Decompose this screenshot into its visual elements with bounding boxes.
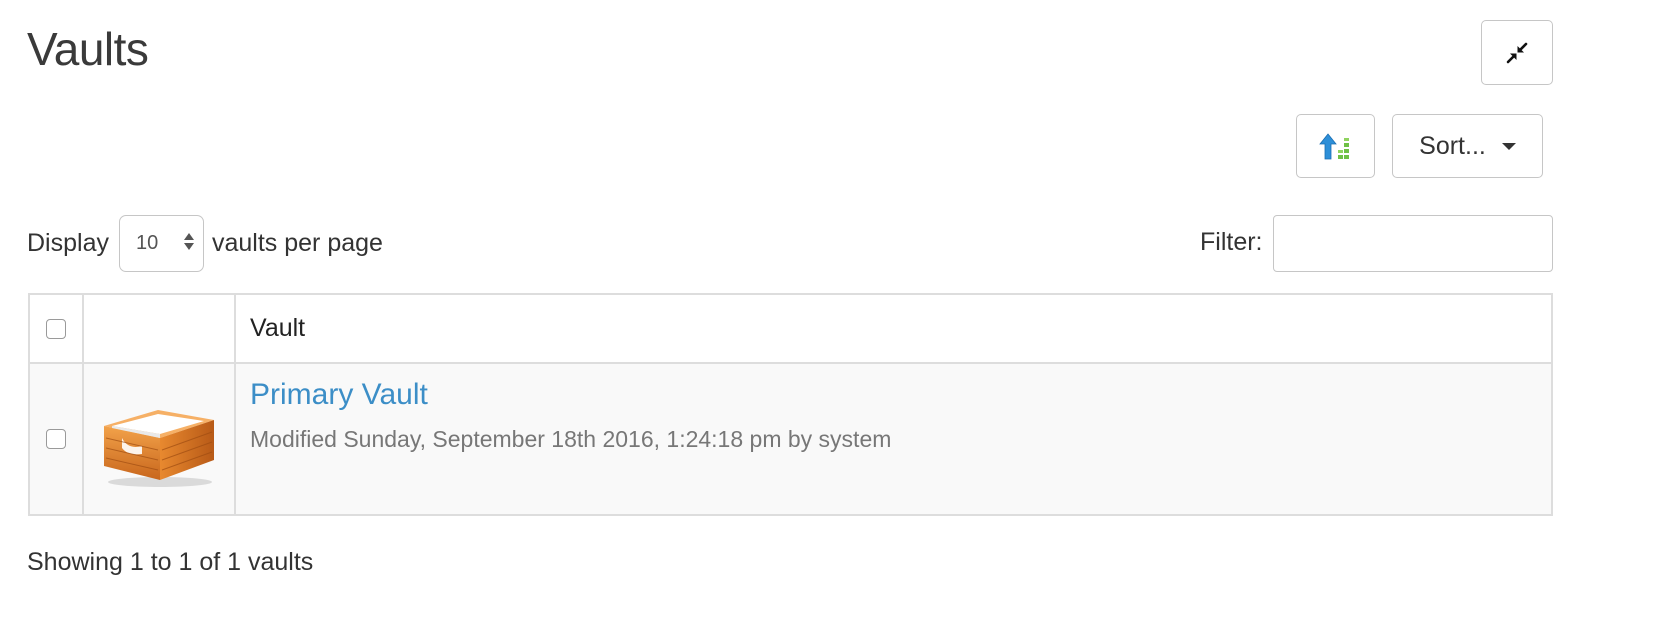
sort-order-button[interactable] [1296, 114, 1375, 178]
table-info-text: Showing 1 to 1 of 1 vaults [27, 548, 314, 576]
vault-modified-text: Modified Sunday, September 18th 2016, 1:… [250, 426, 892, 452]
row-vault-cell: Primary Vault Modified Sunday, September… [234, 362, 1553, 516]
row-checkbox[interactable] [46, 429, 66, 449]
collapse-button[interactable] [1481, 20, 1553, 85]
vault-column-header[interactable]: Vault [234, 293, 1553, 364]
vaults-table: Vault Primary Vault Modified Sunday, Sep… [28, 293, 1553, 516]
display-label: Display [27, 229, 109, 257]
page-size-control: Display 10 vaults per page [27, 215, 383, 272]
table-header-row: Vault [28, 293, 1553, 364]
row-icon-cell [82, 362, 236, 516]
icon-column-header [82, 293, 236, 364]
compress-arrows-icon [1506, 42, 1528, 63]
select-all-checkbox[interactable] [46, 318, 66, 339]
table-row[interactable]: Primary Vault Modified Sunday, September… [28, 362, 1553, 516]
page-title: Vaults [27, 23, 149, 75]
select-all-header [28, 293, 84, 364]
page-size-select[interactable]: 10 [118, 215, 204, 272]
filter-label: Filter: [1200, 228, 1263, 256]
vault-name-link[interactable]: Primary Vault [250, 378, 428, 412]
page-size-value: 10 [135, 232, 159, 254]
sort-order-arrow-icon [1318, 133, 1349, 160]
row-checkbox-cell [28, 362, 84, 516]
sort-label: Sort... [1419, 131, 1486, 160]
select-arrows-icon [183, 233, 194, 250]
per-page-suffix: vaults per page [211, 229, 383, 257]
sort-dropdown-button[interactable]: Sort... [1392, 114, 1543, 178]
vault-column-label: Vault [250, 314, 306, 342]
vault-box-icon [104, 410, 214, 487]
caret-down-icon [1501, 142, 1516, 150]
filter-input[interactable] [1273, 215, 1553, 272]
